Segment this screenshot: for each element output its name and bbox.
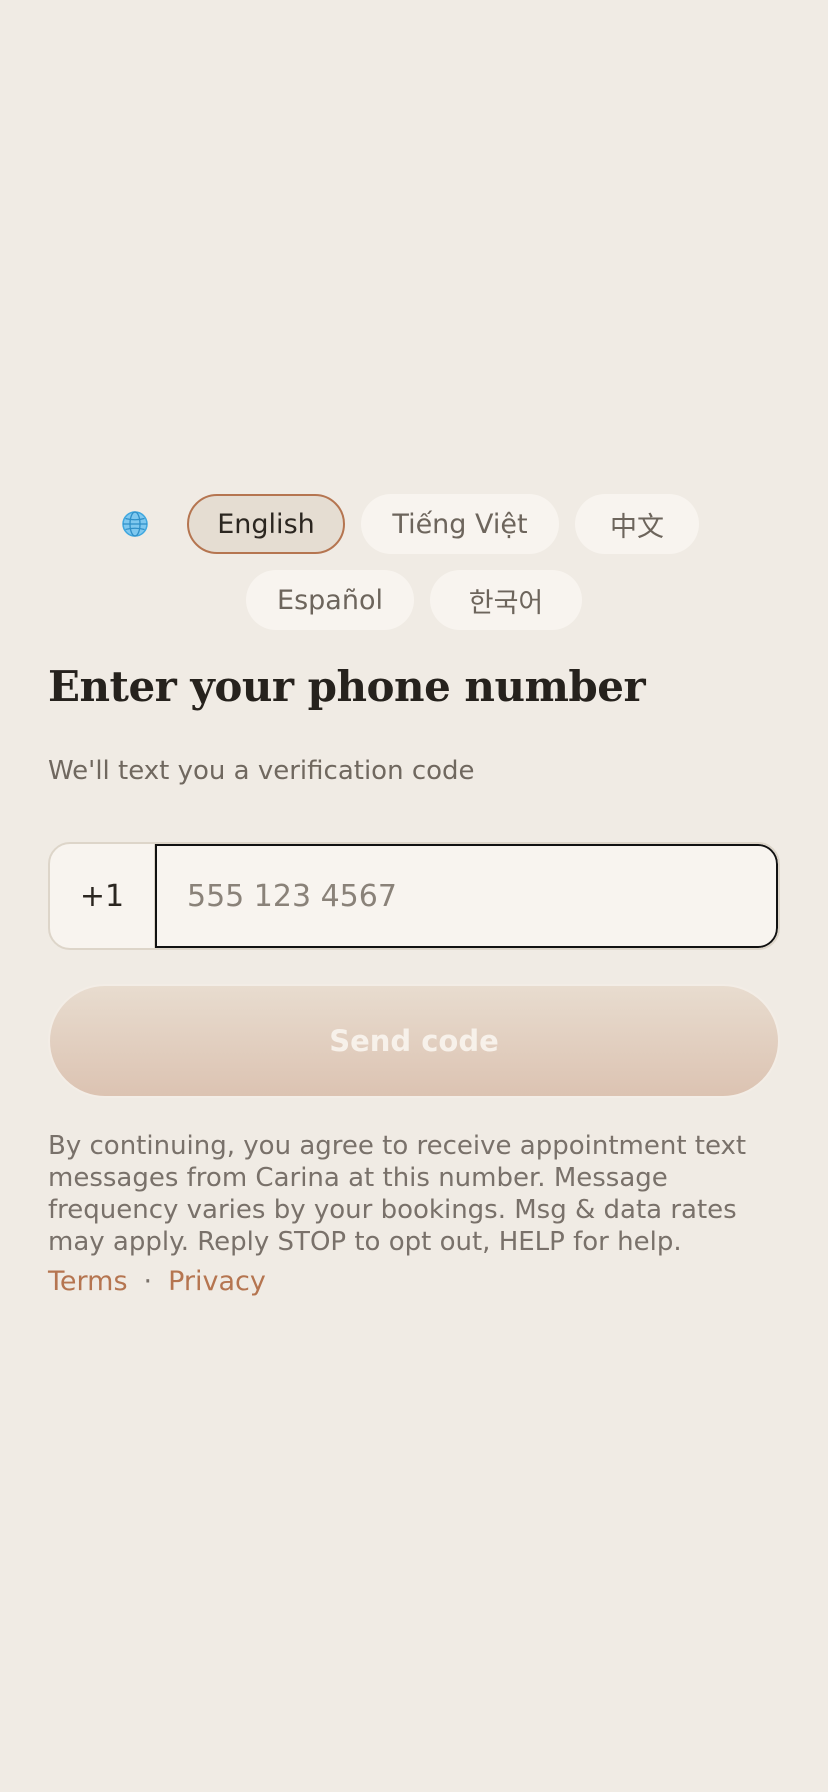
terms-link[interactable]: Terms: [48, 1266, 128, 1297]
language-selector-row-2: Español 한국어: [0, 570, 828, 630]
country-code[interactable]: +1: [50, 844, 155, 948]
legal-links: Terms · Privacy: [48, 1266, 266, 1297]
language-option-spanish[interactable]: Español: [246, 570, 414, 630]
language-option-chinese[interactable]: 中文: [575, 494, 699, 554]
language-option-vietnamese[interactable]: Tiếng Việt: [361, 494, 559, 554]
language-option-korean[interactable]: 한국어: [430, 570, 582, 630]
privacy-link[interactable]: Privacy: [168, 1266, 266, 1297]
page-title: Enter your phone number: [48, 662, 646, 711]
globe-icon: [121, 510, 149, 538]
language-option-english[interactable]: English: [187, 494, 345, 554]
link-separator: ·: [143, 1266, 153, 1297]
language-selector-row-1: English Tiếng Việt 中文: [0, 494, 828, 554]
send-code-button[interactable]: Send code: [48, 984, 780, 1098]
phone-number-input[interactable]: [155, 844, 778, 948]
page-subtitle: We'll text you a verification code: [48, 756, 475, 786]
phone-input-group: +1: [48, 842, 780, 950]
consent-text: By continuing, you agree to receive appo…: [48, 1131, 747, 1257]
